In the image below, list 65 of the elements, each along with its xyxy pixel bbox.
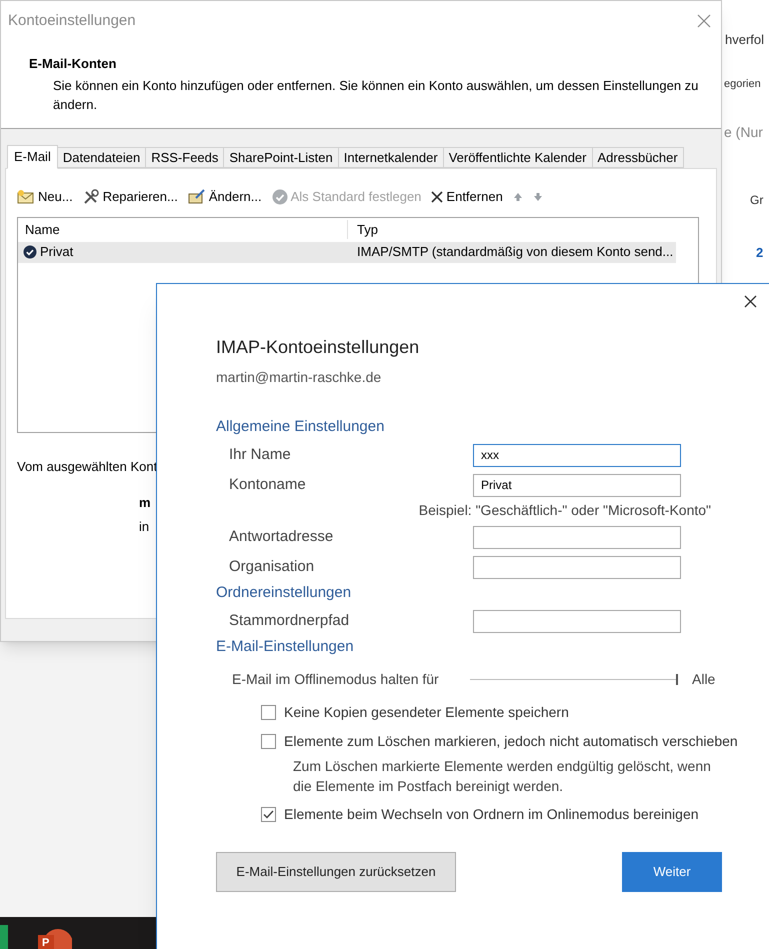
app-letter: P: [42, 937, 50, 949]
check-circle-icon: [272, 188, 288, 204]
reset-button[interactable]: E-Mail-Einstellungen zurücksetzen: [216, 852, 456, 892]
text-field[interactable]: xxx: [473, 444, 681, 466]
background-text: egorien: [724, 76, 762, 92]
dialog-title: IMAP-Kontoeinstellungen: [216, 336, 420, 359]
tab[interactable]: Internetkalender: [338, 146, 444, 168]
background-text: Gr: [750, 192, 764, 209]
field-label: Stammordnerpfad: [229, 610, 350, 631]
section-heading: E-Mail-Konten: [29, 55, 118, 73]
section-heading: E-Mail-Einstellungen: [216, 637, 355, 657]
checkbox-label: Keine Kopien gesendeter Elemente speichern: [284, 703, 569, 722]
check-badge-icon: [23, 245, 37, 259]
note-text: Zum Löschen markierte Elemente werden endgültig gelöscht, wenn die Elemente im Postfach bereinigt werden.: [293, 757, 712, 796]
check-icon: [263, 810, 274, 819]
account-row[interactable]: Privat IMAP/SMTP (standardmäßig von diesem Konto send...: [18, 242, 676, 262]
next-button[interactable]: Weiter: [622, 852, 722, 892]
close-icon: [431, 190, 444, 202]
window-title: Kontoeinstellungen: [8, 10, 136, 31]
section-heading: Ordnereinstellungen: [216, 583, 352, 603]
field-label: Antwortadresse: [229, 526, 334, 547]
column-header: Name: [18, 220, 348, 240]
text-field[interactable]: Privat: [473, 474, 681, 496]
tab[interactable]: Veröffentlichte Kalender: [444, 146, 592, 168]
field-label: Organisation: [229, 556, 316, 577]
table-cell-text: Privat: [40, 243, 74, 262]
tab[interactable]: RSS-Feeds: [146, 146, 224, 168]
edit-card-icon: [188, 188, 206, 204]
background-text: 2: [756, 244, 764, 262]
field-label: Kontoname: [229, 474, 307, 495]
checkbox[interactable]: [261, 807, 276, 822]
arrow-down-icon: [532, 192, 543, 202]
footer-text: Vom ausgewählten Kont: [17, 458, 158, 476]
background-text: hverfol: [725, 31, 766, 49]
account-email: martin@martin-raschke.de: [216, 368, 382, 387]
checkbox-label: Elemente zum Löschen markieren, jedoch nicht automatisch verschieben: [284, 732, 738, 751]
slider-reading: Alle: [692, 670, 716, 688]
table-cell-text: IMAP/SMTP (standardmäßig von diesem Konto send...: [356, 243, 674, 262]
text-field[interactable]: [473, 556, 681, 578]
tab[interactable]: Datendateien: [58, 146, 146, 168]
tab[interactable]: SharePoint-Listen: [224, 146, 339, 168]
hint-text: Beispiel: "Geschäftlich-" oder "Microsoft-Konto": [418, 501, 711, 520]
checkbox[interactable]: [261, 705, 276, 720]
checkbox-label: Elemente beim Wechseln von Ordnern im Onlinemodus bereinigen: [284, 805, 699, 824]
checkbox[interactable]: [261, 734, 276, 749]
envelope-icon: [17, 188, 35, 204]
close-icon[interactable]: [744, 295, 757, 308]
arrow-up-icon: [512, 192, 523, 202]
field-label: Ihr Name: [229, 444, 292, 465]
tab[interactable]: Adressbücher: [592, 146, 684, 168]
toolbar-button[interactable]: Reparieren...: [82, 186, 178, 206]
section-heading: Allgemeine Einstellungen: [216, 417, 386, 437]
slider-label: E-Mail im Offlinemodus halten für: [232, 670, 440, 688]
description-text: Sie können ein Konto hinzufügen oder entfernen. Sie können ein Konto auswählen, um dessen Einstellungen zu ändern.: [52, 76, 700, 114]
toolbar-button[interactable]: Neu...: [17, 186, 73, 206]
footer-line-text: in: [139, 518, 150, 536]
background-text: e (Nur: [724, 123, 764, 142]
text-field[interactable]: [473, 610, 681, 632]
toolbar-button[interactable]: Ändern...: [188, 186, 262, 206]
tab[interactable]: E-Mail: [7, 144, 58, 168]
toolbar-button[interactable]: Entfernen: [431, 186, 503, 206]
footer-bold-text: m: [139, 494, 151, 512]
text-field[interactable]: [473, 526, 681, 548]
tools-icon: [82, 188, 100, 204]
column-header: Typ: [356, 220, 379, 239]
